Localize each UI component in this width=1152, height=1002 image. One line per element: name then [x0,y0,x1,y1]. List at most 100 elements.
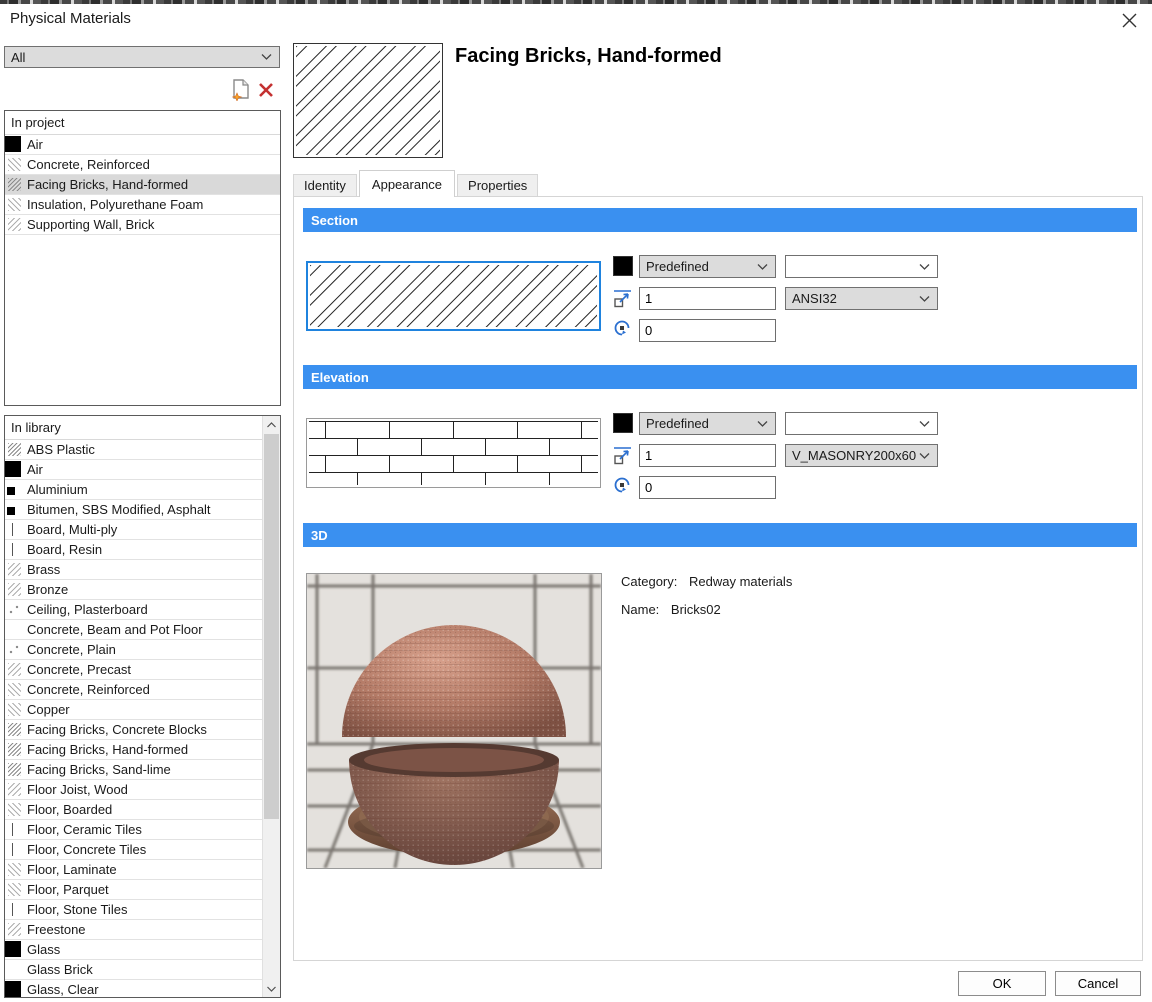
elevation-extra-dropdown[interactable] [785,412,938,435]
list-item[interactable]: Air [5,460,264,480]
delete-material-button[interactable] [256,80,276,100]
list-item[interactable]: Bronze [5,580,264,600]
chevron-down-icon [919,263,930,270]
material-swatch-icon [8,843,21,856]
section-fill-preview[interactable] [306,261,601,331]
elevation-scale-input[interactable] [639,444,776,467]
list-item[interactable]: Glass [5,940,264,960]
elevation-rotation-input[interactable] [639,476,776,499]
list-item[interactable]: Floor, Concrete Tiles [5,840,264,860]
list-item[interactable]: Copper [5,700,264,720]
chevron-down-icon [919,452,930,459]
material-swatch-icon [8,198,21,211]
material-swatch-icon [8,823,21,836]
material-name-label: Glass, Clear [27,982,99,997]
ok-button[interactable]: OK [958,971,1046,996]
section-rotation-input[interactable] [639,319,776,342]
list-item[interactable]: Concrete, Plain [5,640,264,660]
scale-icon [612,288,632,308]
list-item[interactable]: Concrete, Precast [5,660,264,680]
tab-bar: Identity Appearance Properties [293,170,540,197]
list-item[interactable]: Concrete, Reinforced [5,680,264,700]
close-icon[interactable] [1118,9,1140,31]
filter-dropdown[interactable]: All [4,46,280,68]
list-item[interactable]: Freestone [5,920,264,940]
material-name-label: Floor Joist, Wood [27,782,128,797]
list-item[interactable]: Insulation, Polyurethane Foam [5,195,280,215]
elevation-color-chip[interactable] [613,413,633,433]
in-project-header: In project [5,111,280,135]
section-header-label: Section [311,213,358,228]
new-material-button[interactable] [230,78,252,102]
material-name-label: Glass [27,942,60,957]
chevron-down-icon [919,295,930,302]
list-item[interactable]: Brass [5,560,264,580]
elevation-pattern-dropdown[interactable]: V_MASONRY200x60 [785,444,938,467]
list-item[interactable]: Floor, Ceramic Tiles [5,820,264,840]
scale-icon [612,445,632,465]
elevation-filltype-value: Predefined [646,416,709,431]
material-name-label: Board, Resin [27,542,102,557]
list-item[interactable]: ABS Plastic [5,440,264,460]
list-item[interactable]: Floor, Laminate [5,860,264,880]
list-item[interactable]: Glass, Clear [5,980,264,998]
scroll-down-icon[interactable] [263,980,280,997]
list-item[interactable]: Floor, Stone Tiles [5,900,264,920]
list-item[interactable]: Supporting Wall, Brick [5,215,280,235]
chevron-down-icon [261,54,272,61]
list-item[interactable]: Board, Multi-ply [5,520,264,540]
material-name-label: Facing Bricks, Sand-lime [27,762,171,777]
list-item[interactable]: Floor, Boarded [5,800,264,820]
list-item[interactable]: Air [5,135,280,155]
list-item[interactable]: Floor Joist, Wood [5,780,264,800]
rotation-icon [612,475,632,495]
material-swatch-icon [8,583,21,596]
material-name-label: Ceiling, Plasterboard [27,602,148,617]
library-scrollbar[interactable] [262,416,280,997]
cancel-button[interactable]: Cancel [1055,971,1141,996]
list-item[interactable]: Ceiling, Plasterboard [5,600,264,620]
list-item[interactable]: Concrete, Beam and Pot Floor [5,620,264,640]
list-item[interactable]: Facing Bricks, Hand-formed [5,175,280,195]
list-item[interactable]: Facing Bricks, Sand-lime [5,760,264,780]
material-name-label: Facing Bricks, Hand-formed [27,742,188,757]
list-item[interactable]: Facing Bricks, Hand-formed [5,740,264,760]
list-item[interactable]: Floor, Parquet [5,880,264,900]
list-item[interactable]: Aluminium [5,480,264,500]
material-swatch-icon [7,507,15,515]
background-app-strip [0,0,1152,4]
list-item[interactable]: Glass Brick [5,960,264,980]
elevation-filltype-dropdown[interactable]: Predefined [639,412,776,435]
tab-properties[interactable]: Properties [457,174,538,197]
material-name-label: Floor, Parquet [27,882,109,897]
material-swatch-icon [8,783,21,796]
tab-appearance[interactable]: Appearance [359,170,455,197]
list-item[interactable]: Bitumen, SBS Modified, Asphalt [5,500,264,520]
filter-dropdown-value: All [11,50,25,65]
material-name-label: Air [27,137,43,152]
list-item[interactable]: Board, Resin [5,540,264,560]
material-swatch-icon [5,461,21,477]
material-name-label: Floor, Concrete Tiles [27,842,146,857]
new-document-icon [232,79,251,101]
section-pattern-dropdown[interactable]: ANSI32 [785,287,938,310]
material-name-label: ABS Plastic [27,442,95,457]
elevation-fill-preview[interactable] [306,418,601,488]
section-header-bar: Section [303,208,1137,232]
list-item[interactable]: Concrete, Reinforced [5,155,280,175]
material-swatch-icon [8,663,21,676]
scrollbar-thumb[interactable] [264,434,279,819]
material-swatch-icon [8,178,21,191]
section-extra-dropdown[interactable] [785,255,938,278]
list-item[interactable]: Facing Bricks, Concrete Blocks [5,720,264,740]
appearance-panel: Section Predefined ANSI32 [293,196,1143,961]
scroll-up-icon[interactable] [263,416,280,433]
delete-x-icon [258,82,274,98]
section-filltype-dropdown[interactable]: Predefined [639,255,776,278]
elevation-pattern-value: V_MASONRY200x60 [792,448,916,463]
tab-identity[interactable]: Identity [293,174,357,197]
material-name-label: Freestone [27,922,86,937]
material-name-label: Bitumen, SBS Modified, Asphalt [27,502,211,517]
section-scale-input[interactable] [639,287,776,310]
section-color-chip[interactable] [613,256,633,276]
